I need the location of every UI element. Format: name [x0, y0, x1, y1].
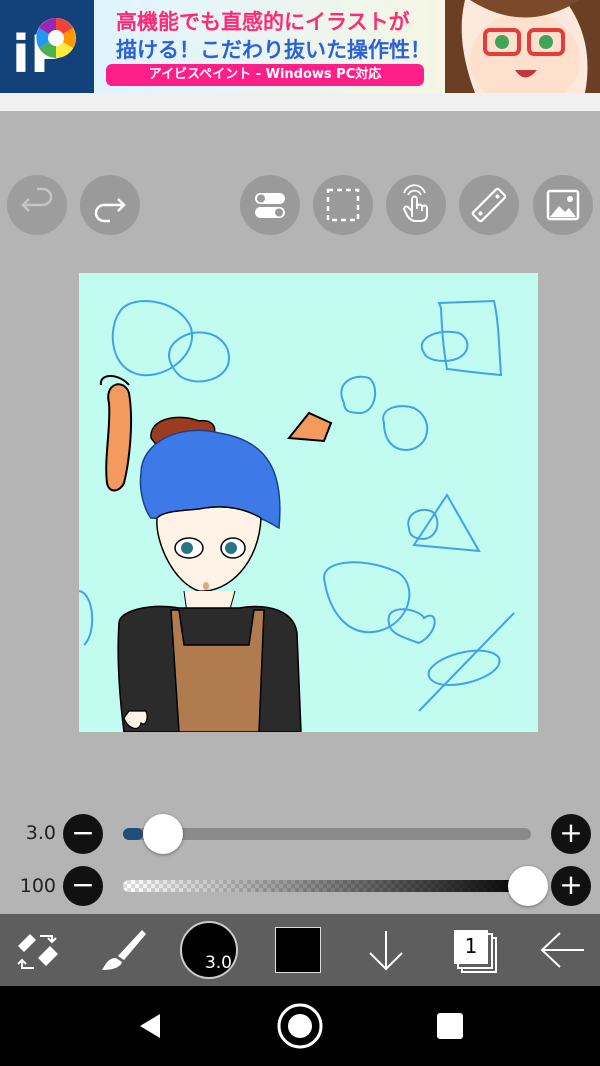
selection-button[interactable]: [313, 175, 373, 235]
brush-size-slider-thumb[interactable]: [143, 814, 183, 854]
layer-count: 1: [464, 934, 478, 958]
undo-icon: [21, 187, 53, 212]
opacity-decrease-button[interactable]: −: [63, 866, 103, 906]
toggle-icon: [255, 193, 285, 218]
arrow-down-icon: [369, 931, 403, 971]
tool-swap-button[interactable]: [12, 928, 62, 974]
ad-subheadline: 描ける！こだわり抜いた操作性！: [116, 38, 431, 62]
artwork: [79, 299, 515, 732]
brush-icon: [102, 930, 146, 970]
brush-tool-button[interactable]: [98, 928, 148, 974]
system-navigation-bar: [0, 986, 600, 1066]
brush-size-increase-button[interactable]: +: [551, 814, 591, 854]
brush-size-label: 3.0: [25, 822, 56, 844]
arrow-left-icon: [540, 932, 584, 968]
nav-back-icon: [140, 1014, 160, 1038]
reference-image-button[interactable]: [533, 175, 593, 235]
nav-home-icon: [277, 1003, 323, 1049]
apply-button[interactable]: [364, 927, 408, 973]
image-icon: [546, 189, 580, 221]
brush-size-decrease-button[interactable]: −: [63, 814, 103, 854]
brush-eraser-swap-icon: [17, 934, 58, 969]
toggle-settings-button[interactable]: [240, 175, 300, 235]
brush-size-display-text: 3.0: [204, 953, 232, 973]
bottom-toolbar: 3.0 1: [0, 914, 600, 986]
opacity-slider-thumb[interactable]: [508, 866, 548, 906]
brush-size-slider[interactable]: [123, 814, 531, 854]
opacity-slider[interactable]: [123, 866, 548, 906]
color-swatch[interactable]: [275, 927, 321, 973]
redo-icon: [94, 198, 126, 223]
ad-banner[interactable]: iP 高機能でも直感的にイラストが 描ける！こだわり抜いた操作性！ アイビスペイ…: [0, 0, 600, 93]
minus-icon: −: [71, 868, 95, 901]
brush-size-slider-fill: [123, 828, 143, 840]
touch-mode-button[interactable]: [386, 175, 446, 235]
opacity-label: 100: [19, 875, 56, 897]
ad-character-art: [445, 0, 600, 93]
undo-button[interactable]: [7, 175, 67, 235]
plus-icon: +: [559, 868, 583, 901]
nav-recents-button[interactable]: [437, 1013, 463, 1039]
ruler-icon: [471, 187, 507, 223]
drawing-canvas[interactable]: [79, 273, 538, 732]
nav-home-button[interactable]: [276, 1002, 324, 1050]
plus-icon: +: [559, 816, 583, 849]
ad-separator: [0, 93, 600, 111]
layers-button[interactable]: 1: [450, 926, 500, 976]
ad-headline: 高機能でも直感的にイラストが: [116, 10, 410, 34]
back-button[interactable]: [538, 927, 588, 973]
ad-cta[interactable]: アイビスペイント - Windows PC対応: [106, 64, 424, 86]
ruler-button[interactable]: [459, 175, 519, 235]
nav-back-button[interactable]: [132, 1008, 172, 1044]
selection-icon: [326, 188, 360, 222]
opacity-increase-button[interactable]: +: [551, 866, 591, 906]
minus-icon: −: [71, 816, 95, 849]
brush-size-display[interactable]: 3.0: [180, 921, 238, 979]
redo-button[interactable]: [80, 175, 140, 235]
ad-logo[interactable]: iP: [0, 0, 94, 93]
touch-icon: [402, 184, 428, 222]
